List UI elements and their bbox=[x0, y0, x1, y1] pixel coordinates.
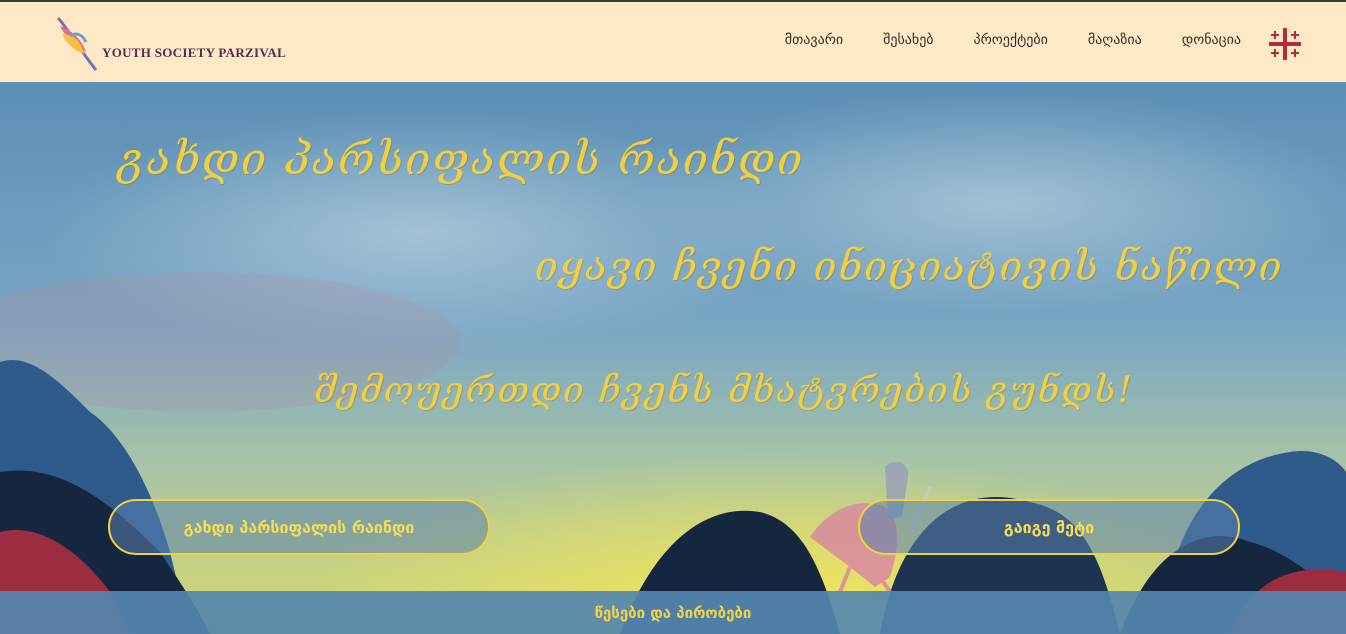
headline-become-knight: გახდი პარსიფალის რაინდი bbox=[118, 134, 805, 185]
georgian-flag-icon[interactable] bbox=[1268, 27, 1302, 61]
nav-shop[interactable]: მაღაზია bbox=[1088, 32, 1142, 48]
nav-home[interactable]: მთავარი bbox=[785, 32, 843, 48]
parzival-logo-icon bbox=[56, 16, 98, 71]
terms-link[interactable]: წესები და პირობები bbox=[595, 604, 752, 622]
nav-donation[interactable]: დონაცია bbox=[1182, 32, 1241, 48]
footer-bar: წესები და პირობები bbox=[0, 591, 1346, 634]
headline-join-artists: შემოუერთდი ჩვენს მხატვრების გუნდს! bbox=[314, 370, 1135, 411]
headline-be-part: იყავი ჩვენი ინიციატივის ნაწილი bbox=[535, 244, 1284, 290]
main-nav: მთავარი შესახებ პროექტები მაღაზია დონაცი… bbox=[785, 32, 1241, 48]
logo-text: YOUTH SOCIETY PARZIVAL bbox=[102, 45, 287, 60]
become-knight-button[interactable]: გახდი პარსიფალის რაინდი bbox=[108, 499, 490, 555]
hero-section: გახდი პარსიფალის რაინდი იყავი ჩვენი ინიც… bbox=[0, 82, 1346, 634]
learn-more-button[interactable]: გაიგე მეტი bbox=[858, 499, 1240, 555]
site-header: YOUTH SOCIETY PARZIVAL მთავარი შესახებ პ… bbox=[0, 2, 1346, 82]
nav-projects[interactable]: პროექტები bbox=[974, 32, 1048, 48]
site-logo[interactable]: YOUTH SOCIETY PARZIVAL bbox=[52, 12, 292, 72]
nav-about[interactable]: შესახებ bbox=[883, 32, 933, 48]
